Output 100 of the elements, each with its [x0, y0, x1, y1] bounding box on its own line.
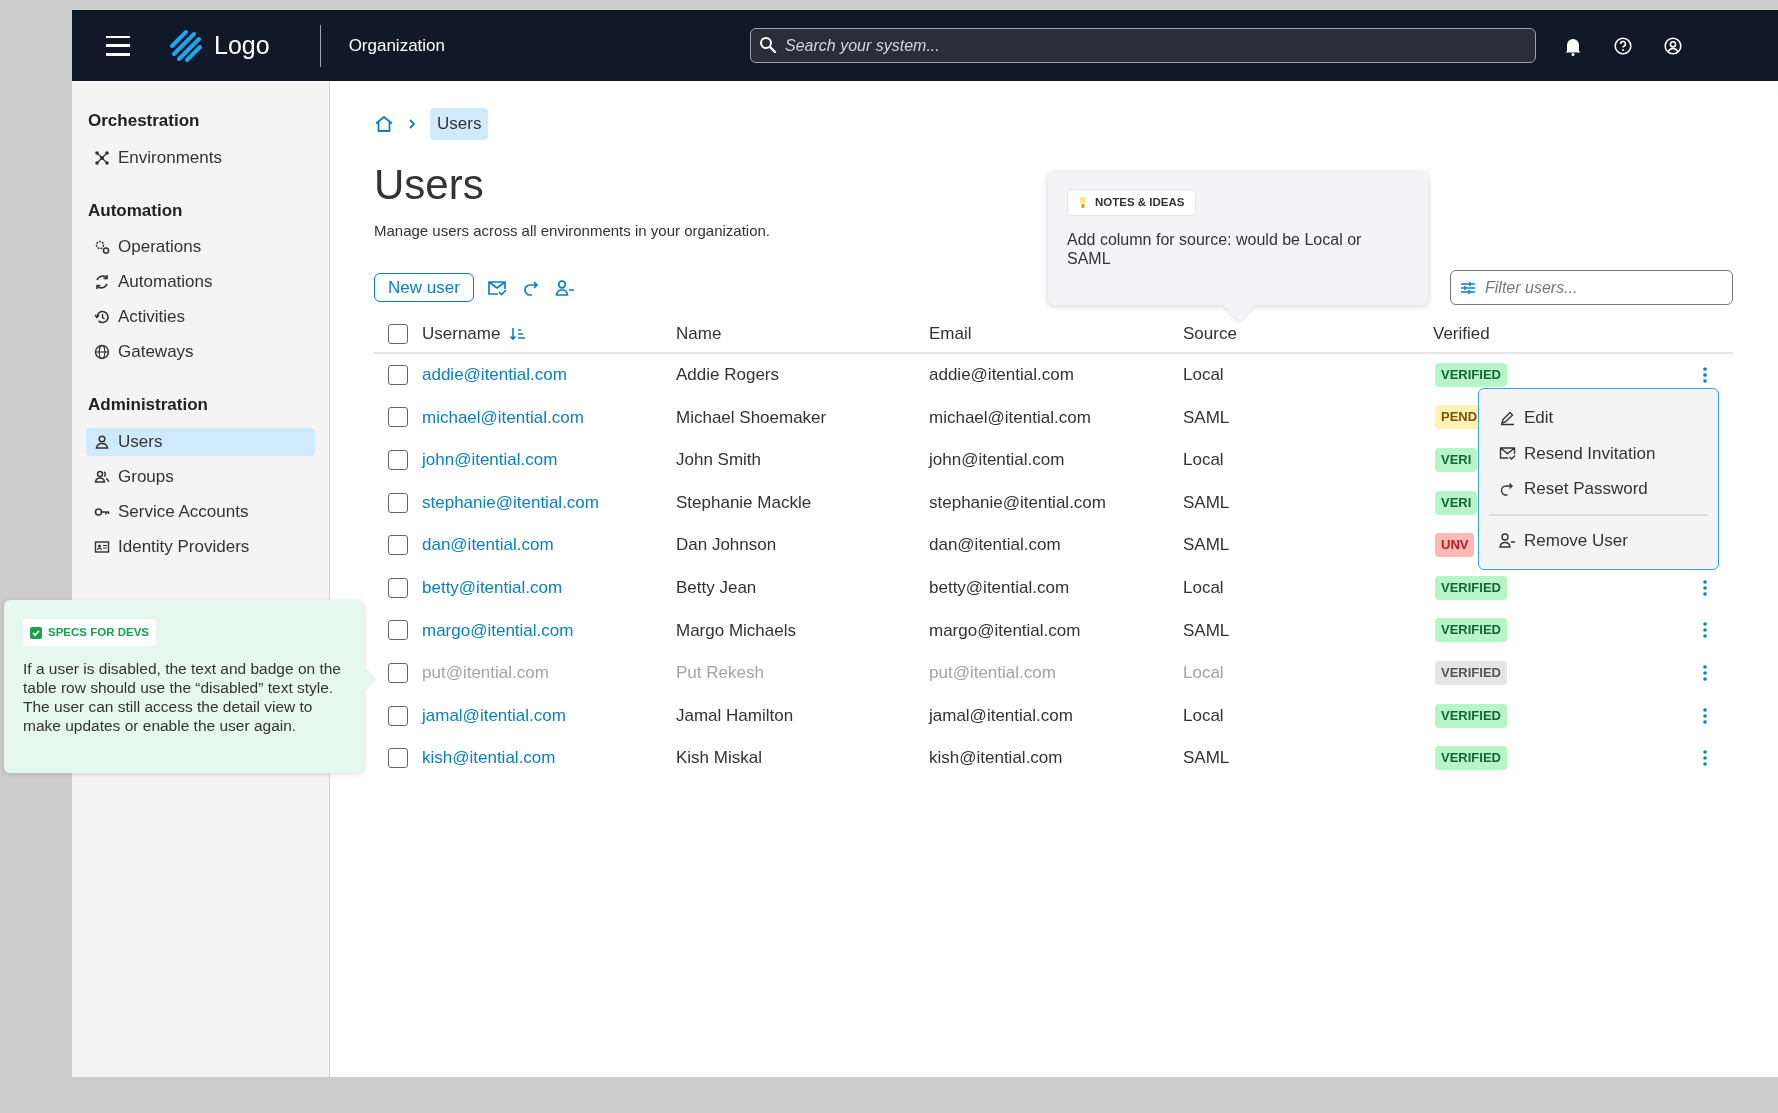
column-header[interactable]: Email — [929, 320, 972, 347]
table-cell-text: Put Rekesh — [676, 662, 764, 685]
more-options-icon[interactable] — [1703, 366, 1707, 383]
status-label: VERIFIED — [1435, 575, 1507, 600]
note-tag: NOTES & IDEAS — [1067, 189, 1197, 216]
username-link[interactable]: stephanie@itential.com — [422, 489, 599, 516]
history-icon — [94, 309, 110, 325]
checkbox[interactable] — [388, 705, 408, 726]
menu-item[interactable]: Edit — [1493, 400, 1704, 436]
sidebar-item[interactable]: Service Accounts — [86, 497, 315, 526]
sidebar-item[interactable]: Groups — [86, 462, 315, 491]
chevron-icon — [408, 118, 416, 130]
sort-icon[interactable] — [510, 326, 527, 341]
remove-user-icon[interactable] — [554, 278, 575, 297]
table-cell-text: Dan Johnson — [676, 534, 777, 557]
username-link[interactable]: john@itential.com — [422, 447, 558, 473]
table-cell-text: Margo Michaels — [676, 619, 796, 642]
menu-icon[interactable] — [106, 35, 130, 56]
checkbox-icon — [30, 626, 42, 639]
username-link[interactable]: michael@itential.com — [422, 404, 584, 431]
table-cell-text: Local — [1183, 704, 1224, 727]
help-icon[interactable] — [1614, 36, 1632, 55]
breadcrumb-current[interactable]: Users — [430, 108, 489, 140]
sidebar-heading: Automation — [87, 199, 184, 222]
checkbox[interactable] — [388, 407, 408, 428]
home-icon[interactable] — [374, 115, 394, 133]
menu-item[interactable]: Remove User — [1493, 522, 1704, 558]
mail-check-icon — [1499, 444, 1516, 462]
table-cell-text: margo@itential.com — [929, 619, 1081, 642]
network-icon — [94, 149, 110, 166]
sidebar-item[interactable]: Environments — [86, 143, 315, 172]
more-options-icon[interactable] — [1703, 750, 1707, 767]
table-cell-text: betty@itential.com — [929, 577, 1070, 599]
edit-icon — [1499, 409, 1516, 427]
new-user-button[interactable]: New user — [374, 273, 474, 302]
checkbox[interactable] — [388, 492, 408, 513]
username-link[interactable]: kish@itential.com — [422, 745, 556, 771]
page-title: Users — [374, 160, 484, 210]
search-icon — [759, 36, 777, 54]
cycle-icon — [94, 274, 110, 290]
account-icon[interactable] — [1664, 36, 1682, 55]
sidebar-heading: Administration — [87, 394, 209, 416]
username-link[interactable]: dan@itential.com — [422, 532, 554, 558]
table-cell-text: Local — [1183, 662, 1224, 685]
gears-icon — [94, 239, 110, 255]
remove-user-icon — [1499, 531, 1516, 549]
checkbox[interactable] — [388, 323, 408, 344]
column-header[interactable]: Source — [1183, 320, 1237, 347]
checkbox[interactable] — [388, 450, 408, 470]
more-options-icon[interactable] — [1703, 707, 1707, 724]
column-header[interactable]: Name — [676, 320, 722, 347]
user-icon — [94, 433, 110, 450]
search-field[interactable]: Search your system... — [750, 28, 1536, 63]
username-link[interactable]: margo@itential.com — [422, 617, 574, 644]
redo-icon[interactable] — [521, 278, 540, 297]
id-card-icon — [94, 538, 110, 555]
checkbox[interactable] — [388, 535, 408, 556]
status-label: VERI — [1435, 448, 1478, 472]
users-icon — [94, 468, 110, 485]
checkbox[interactable] — [388, 364, 408, 385]
mail-check-icon[interactable] — [486, 278, 507, 297]
checkbox[interactable] — [388, 748, 408, 769]
username-link[interactable]: jamal@itential.com — [422, 702, 566, 729]
table-cell-text: addie@itential.com — [929, 364, 1074, 387]
sidebar-item[interactable]: Gateways — [86, 338, 315, 366]
status-label: VERIFIED — [1435, 362, 1507, 387]
sidebar-item[interactable]: Automations — [86, 268, 315, 296]
menu-item[interactable]: Resend Invitation — [1493, 435, 1704, 471]
status-label: VERIFIED — [1435, 703, 1507, 728]
more-options-icon[interactable] — [1703, 579, 1707, 596]
sidebar-item[interactable]: Operations — [86, 233, 315, 261]
table-cell-text: Addie Rogers — [676, 364, 779, 387]
table-cell-text: SAML — [1183, 747, 1230, 770]
table-cell-text: stephanie@itential.com — [929, 491, 1106, 514]
menu-item[interactable]: Reset Password — [1493, 471, 1704, 507]
table-cell-text: Jamal Hamilton — [676, 704, 794, 727]
sidebar-heading: Orchestration — [87, 110, 201, 132]
table-cell-text: Local — [1183, 577, 1224, 599]
sidebar-item[interactable]: Users — [86, 427, 315, 456]
sidebar-item[interactable]: Activities — [86, 303, 315, 331]
status-label: VERIFIED — [1435, 618, 1507, 643]
more-options-icon[interactable] — [1703, 622, 1707, 639]
status-label: VERIFIED — [1435, 746, 1507, 771]
table-cell-text: SAML — [1183, 619, 1230, 642]
username-link[interactable]: betty@itential.com — [422, 575, 563, 601]
table-cell-text: Betty Jean — [676, 577, 757, 599]
table-cell-text: John Smith — [676, 449, 762, 472]
table-cell-text: SAML — [1183, 491, 1230, 514]
checkbox[interactable] — [388, 620, 408, 641]
sidebar-item[interactable]: Identity Providers — [86, 532, 315, 561]
filter-icon — [1461, 282, 1475, 294]
filter-field[interactable]: Filter users... — [1450, 270, 1733, 305]
table-cell-text: Stephanie Mackle — [676, 491, 812, 514]
column-header[interactable]: Username — [422, 320, 501, 347]
status-label: VERIFIED — [1435, 660, 1507, 685]
column-header[interactable]: Verified — [1433, 320, 1490, 347]
username-link[interactable]: addie@itential.com — [422, 362, 567, 388]
logo-text: Logo — [214, 29, 270, 61]
table-cell-text: Local — [1183, 449, 1224, 472]
checkbox[interactable] — [388, 577, 408, 598]
